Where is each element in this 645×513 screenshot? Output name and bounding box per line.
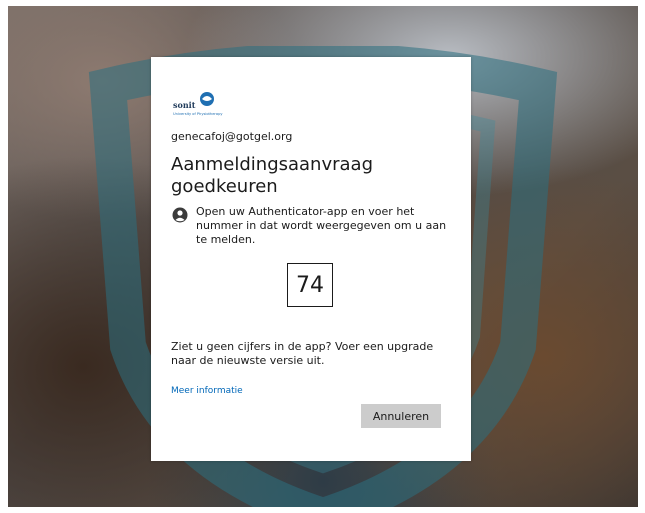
account-email: genecafoj@gotgel.org xyxy=(171,130,293,143)
logo-subtitle: University of Physiotherapy xyxy=(173,112,223,116)
verification-code-value: 74 xyxy=(296,272,324,298)
user-lock-icon xyxy=(172,207,188,223)
upgrade-note: Ziet u geen cijfers in de app? Voer een … xyxy=(171,340,434,367)
organization-logo: sonit University of Physiotherapy xyxy=(173,92,223,116)
page: sonit University of Physiotherapy geneca… xyxy=(0,0,645,513)
more-info-link[interactable]: Meer informatie xyxy=(171,386,243,396)
page-title: Aanmeldingsaanvraag goedkeuren xyxy=(171,154,374,197)
cancel-button[interactable]: Annuleren xyxy=(361,404,441,428)
instruction-text: Open uw Authenticator-app en voer het nu… xyxy=(196,205,447,246)
logo-name: sonit xyxy=(173,100,196,110)
verification-code: 74 xyxy=(287,263,333,307)
sign-in-dialog: sonit University of Physiotherapy geneca… xyxy=(151,57,471,461)
